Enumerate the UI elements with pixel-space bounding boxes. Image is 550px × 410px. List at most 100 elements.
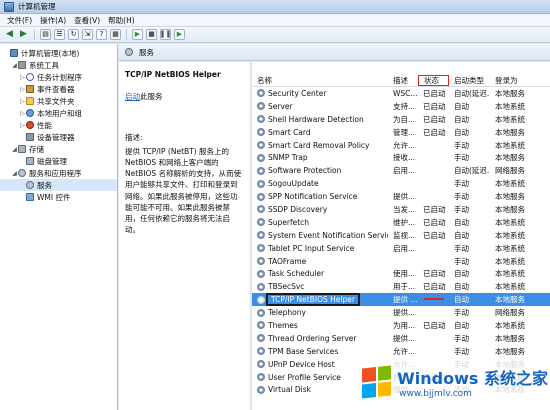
folder-icon [26, 97, 34, 105]
start-service-link[interactable]: 启动 [125, 92, 140, 101]
service-logon: 本地系统 [495, 269, 525, 279]
service-name-cell: Thread Ordering Server [252, 334, 388, 343]
service-startup-type: 手动 [454, 333, 469, 343]
menu-view[interactable]: 查看(V) [70, 15, 104, 26]
menu-action[interactable]: 操作(A) [36, 15, 70, 26]
service-row-selected[interactable]: TCP/IP NetBIOS Helper 提供 ... 自动 本地服务 [252, 293, 550, 307]
event-icon [26, 85, 34, 93]
expand-arrow-icon[interactable]: ◢ [11, 170, 18, 177]
expand-arrow-icon[interactable]: ◢ [11, 146, 18, 153]
back-icon[interactable]: ◀ [4, 29, 15, 40]
service-row[interactable]: Superfetch 维护... 已启动 自动 本地系统 [252, 216, 550, 229]
expand-arrow-icon[interactable]: ▷ [19, 122, 26, 129]
forward-icon[interactable]: ▶ [18, 29, 29, 40]
service-startup-type: 手动 [454, 346, 469, 356]
service-row[interactable]: TPM Base Services 允许... 手动 本地服务 [252, 345, 550, 358]
service-row[interactable]: Telephony 提供... 手动 网络服务 [252, 306, 550, 319]
pause-icon[interactable]: ❚❚ [160, 29, 171, 40]
service-startup-type: 手动 [454, 256, 469, 266]
menu-file[interactable]: 文件(F) [3, 15, 36, 26]
tree-item[interactable]: ▷ 事件查看器 [0, 83, 117, 95]
service-row[interactable]: SSDP Discovery 当发... 已启动 手动 本地服务 [252, 203, 550, 216]
list-icon[interactable]: ☰ [54, 29, 65, 40]
service-startup-type: 手动 [454, 204, 469, 214]
service-row[interactable]: Security Center WSC... 已启动自动(延迟... 本地服务 [252, 87, 550, 100]
refresh-icon[interactable]: ↻ [68, 29, 79, 40]
services-header-title: 服务 [139, 47, 154, 57]
selected-service-title: TCP/IP NetBIOS Helper [125, 70, 221, 79]
export-icon[interactable]: ⇲ [82, 29, 93, 40]
service-row[interactable]: Thread Ordering Server 提供... 手动 本地服务 [252, 332, 550, 345]
service-row[interactable]: Tablet PC Input Service 启用... 手动 本地系统 [252, 242, 550, 255]
menu-help[interactable]: 帮助(H) [104, 15, 139, 26]
tree-item[interactable]: 计算机管理(本地) [0, 47, 117, 59]
service-row[interactable]: Shell Hardware Detection 为自... 已启动 自动 本地系统 [252, 113, 550, 126]
service-row[interactable]: Smart Card 管理... 已启动 自动 本地服务 [252, 126, 550, 139]
tree-item[interactable]: WMI 控件 [0, 191, 117, 203]
tree-item[interactable]: ▷ 共享文件夹 [0, 95, 117, 107]
service-name: Task Scheduler [268, 269, 325, 279]
expand-arrow-icon[interactable]: ▷ [19, 98, 26, 105]
folder-icon[interactable]: ▤ [40, 29, 51, 40]
service-row[interactable]: Server 支持... 已启动 自动 本地系统 [252, 100, 550, 113]
service-description: WSC... [393, 88, 418, 98]
service-gear-icon [257, 334, 265, 343]
service-row[interactable]: TAOFrame 手动 本地系统 [252, 255, 550, 268]
tree-item[interactable]: ▷ 任务计划程序 [0, 71, 117, 83]
restart-icon[interactable]: ▶ [174, 29, 185, 40]
expand-arrow-icon[interactable]: ◢ [11, 62, 18, 69]
service-gear-icon [257, 257, 265, 266]
watermark-suffix: 系统之家 [483, 369, 548, 388]
service-name: Server [268, 101, 293, 111]
wmi-icon [26, 193, 34, 201]
service-description: 提供... [393, 192, 416, 202]
tree-item[interactable]: ▷ 本地用户和组 [0, 107, 117, 119]
expand-arrow-icon[interactable]: ▷ [19, 86, 26, 93]
service-description: 提供... [393, 308, 416, 318]
tree-item-label: 系统工具 [29, 60, 59, 70]
column-name[interactable]: 名称 [252, 75, 388, 86]
column-description[interactable]: 描述 [388, 75, 418, 86]
service-name: Tablet PC Input Service [268, 243, 355, 253]
service-startup-type: 自动 [454, 295, 469, 305]
expand-arrow-icon[interactable]: ▷ [19, 110, 26, 117]
play-icon[interactable]: ▶ [132, 29, 143, 40]
watermark: Windows 系统之家 www.bjjmlv.com [362, 357, 548, 407]
services-apps-icon [18, 169, 26, 177]
service-row[interactable]: SogouUpdate 手动 本地系统 [252, 177, 550, 190]
service-startup-type: 自动 [454, 230, 469, 240]
service-gear-icon [257, 115, 265, 124]
tree-item[interactable]: ◢ 存储 [0, 143, 117, 155]
tree-item[interactable]: ◢ 服务和应用程序 [0, 167, 117, 179]
properties-icon[interactable]: ▦ [110, 29, 121, 40]
service-row[interactable]: Smart Card Removal Policy 允许... 手动 本地系统 [252, 139, 550, 152]
service-row[interactable]: Themes 为用... 已启动 自动 本地系统 [252, 319, 550, 332]
service-logon: 本地系统 [495, 320, 525, 330]
service-description: 提供... [393, 333, 416, 343]
service-row[interactable]: Software Protection 启用... 自动(延迟... 网络服务 [252, 164, 550, 177]
expand-arrow-icon[interactable]: ▷ [19, 74, 26, 81]
service-startup-type: 手动 [454, 192, 469, 202]
service-row[interactable]: TBSecSvc 用于... 已启动 自动 本地系统 [252, 280, 550, 293]
service-status: 已启动 [423, 269, 446, 279]
tree-item[interactable]: 磁盘管理 [0, 155, 117, 167]
column-logon-as[interactable]: 登录为 [490, 75, 550, 86]
column-startup-type[interactable]: 启动类型 [449, 75, 490, 86]
tree-item[interactable]: 设备管理器 [0, 131, 117, 143]
tree-item-label: 事件查看器 [37, 84, 75, 94]
stop-icon[interactable]: ■ [146, 29, 157, 40]
tree-item[interactable]: 服务 [0, 179, 117, 191]
service-name-cell: SSDP Discovery [252, 205, 388, 214]
service-row[interactable]: SNMP Trap 接收... 手动 本地服务 [252, 151, 550, 164]
service-gear-icon [257, 192, 265, 201]
service-startup-type: 自动(延迟... [454, 88, 490, 98]
service-row[interactable]: SPP Notification Service 提供... 手动 本地服务 [252, 190, 550, 203]
tree-item[interactable]: ▷ 性能 [0, 119, 117, 131]
service-name-cell: TAOFrame [252, 257, 388, 266]
tree-item[interactable]: ◢ 系统工具 [0, 59, 117, 71]
column-status[interactable]: 状态 [418, 75, 449, 86]
service-row[interactable]: Task Scheduler 使用... 已启动 自动 本地系统 [252, 267, 550, 280]
help-icon[interactable]: ? [96, 29, 107, 40]
tree-item-label: 服务和应用程序 [29, 168, 82, 178]
service-row[interactable]: System Event Notification Service 监视... 已启… [252, 229, 550, 242]
